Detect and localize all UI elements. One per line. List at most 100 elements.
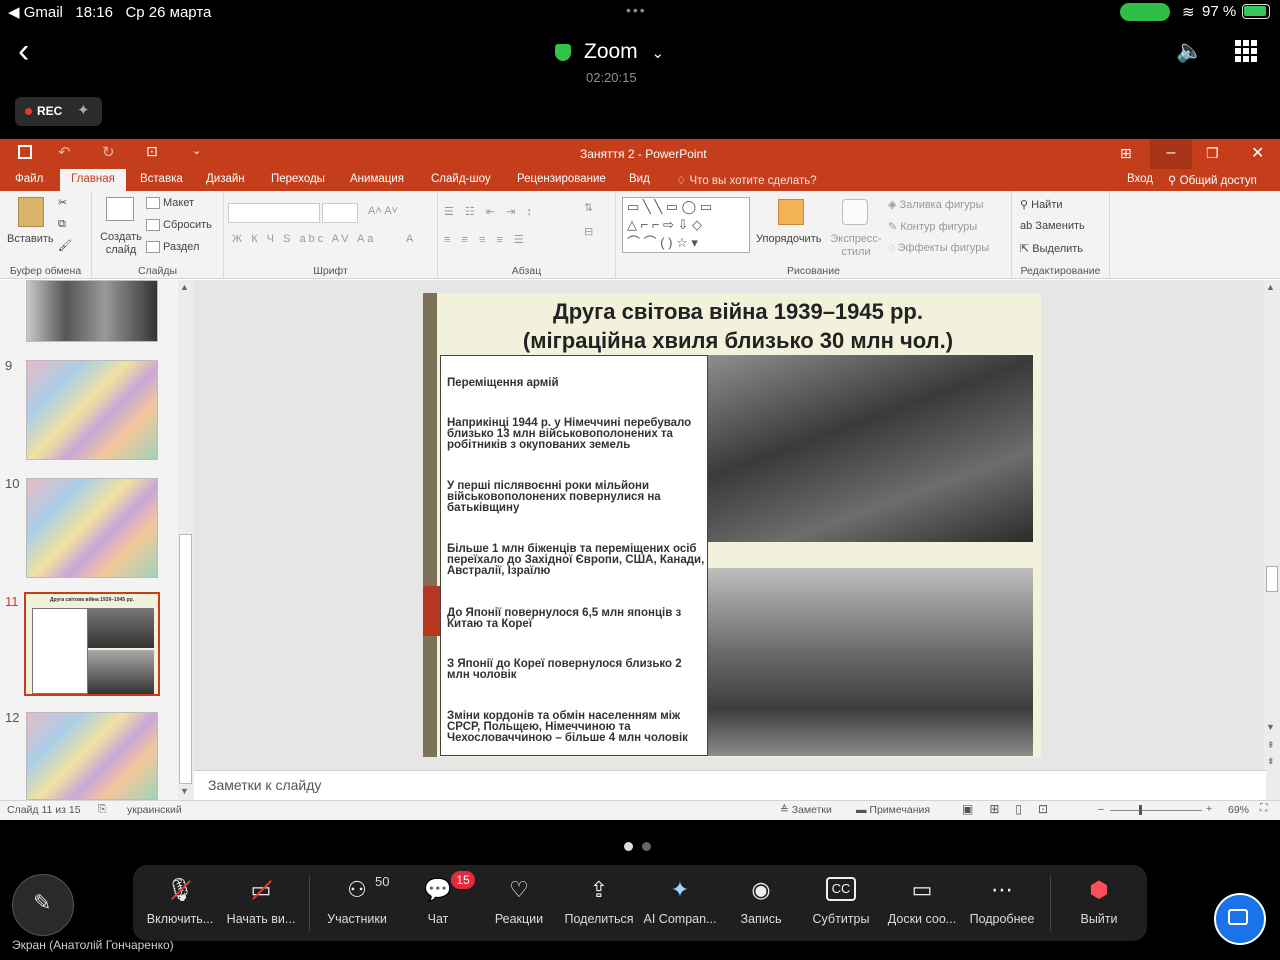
tab-review[interactable]: Рецензирование bbox=[517, 173, 606, 185]
scroll-thumb[interactable] bbox=[179, 534, 192, 784]
present-icon[interactable]: ⊡ bbox=[146, 143, 158, 160]
captions-button[interactable]: CC Субтитры bbox=[801, 865, 881, 941]
shape-effects-button[interactable]: ◌ Эффекты фигуры bbox=[888, 242, 989, 254]
slide-thumbnail-12[interactable] bbox=[26, 712, 158, 800]
notes-toggle[interactable]: ≙ Заметки bbox=[780, 804, 832, 816]
select-button[interactable]: ⇱ Выделить bbox=[1020, 242, 1083, 255]
scroll-thumb[interactable] bbox=[1266, 566, 1278, 592]
quick-styles-button[interactable]: Экспресс-стили bbox=[828, 233, 884, 259]
arrange-button[interactable]: Упорядочить bbox=[756, 233, 821, 245]
shapes-gallery[interactable]: ▭ ╲ ╲ ▭ ◯ ▭ △ ⌐ ⌐ ⇨ ⇩ ◇ ⌒ ⌒ ( ) ☆ ▾ bbox=[622, 197, 750, 253]
slide-title[interactable]: Друга світова війна 1939–1945 рр. (мігра… bbox=[443, 297, 1033, 355]
more-button[interactable]: ⋯ Подробнее bbox=[962, 865, 1042, 941]
fit-slide-icon[interactable]: ⛶ bbox=[1260, 802, 1267, 815]
notes-pane[interactable]: Заметки к слайду bbox=[194, 770, 1266, 800]
customize-qat-icon[interactable]: ⌄ bbox=[192, 144, 201, 157]
prev-slide-icon[interactable]: ⇞ bbox=[1267, 740, 1275, 751]
page-dot[interactable] bbox=[642, 842, 651, 851]
tab-transitions[interactable]: Переходы bbox=[271, 173, 325, 185]
photo-soldiers-marching[interactable] bbox=[708, 568, 1033, 756]
grid-view-icon[interactable] bbox=[1235, 40, 1257, 62]
meeting-title[interactable]: Zoom ⌄ bbox=[560, 40, 664, 64]
shape-fill-button[interactable]: ◈ Заливка фигуры bbox=[888, 198, 984, 211]
tab-view[interactable]: Вид bbox=[629, 173, 650, 185]
zoom-slider-handle[interactable] bbox=[1139, 805, 1142, 815]
shape-outline-button[interactable]: ✎ Контур фигуры bbox=[888, 220, 977, 233]
share-button[interactable]: ⚲ Общий доступ bbox=[1168, 173, 1257, 187]
whiteboards-button[interactable]: ▭ Доски соо... bbox=[882, 865, 962, 941]
photo-prisoners-of-war[interactable] bbox=[708, 355, 1033, 542]
font-name-input[interactable] bbox=[228, 203, 320, 223]
zoom-level[interactable]: 69% bbox=[1228, 804, 1249, 816]
cut-icon[interactable]: ✂ bbox=[58, 196, 67, 209]
tab-slideshow[interactable]: Слайд-шоу bbox=[431, 173, 491, 185]
multitask-dots-icon[interactable]: ••• bbox=[626, 2, 647, 18]
slide-thumbnail-8[interactable] bbox=[26, 280, 158, 342]
current-slide[interactable]: Друга світова війна 1939–1945 рр. (мігра… bbox=[423, 293, 1041, 757]
replace-button[interactable]: ab Заменить bbox=[1020, 220, 1085, 232]
redo-icon[interactable]: ↻ bbox=[102, 143, 115, 161]
page-dot-active[interactable] bbox=[624, 842, 633, 851]
paste-button[interactable]: Вставить bbox=[7, 233, 54, 245]
comments-toggle[interactable]: ▬ Примечания bbox=[856, 804, 930, 816]
call-indicator[interactable] bbox=[1120, 3, 1170, 21]
tab-design[interactable]: Дизайн bbox=[206, 173, 245, 185]
scroll-down-icon[interactable]: ▼ bbox=[1266, 722, 1275, 732]
spellcheck-icon[interactable]: ⎘ bbox=[98, 803, 106, 816]
slide-thumbnail-9[interactable] bbox=[26, 360, 158, 460]
leave-button[interactable]: ⬢ Выйти bbox=[1059, 865, 1139, 941]
tab-file[interactable]: Файл bbox=[15, 173, 43, 185]
align-buttons[interactable]: ≡ ≡ ≡ ≡ ☰ bbox=[444, 233, 528, 246]
layout-button[interactable]: Макет bbox=[146, 197, 194, 210]
ribbon-display-icon[interactable]: ⊞ bbox=[1120, 145, 1132, 162]
record-button[interactable]: ◉ Запись bbox=[721, 865, 801, 941]
back-to-app[interactable]: ◀ Gmail bbox=[8, 4, 63, 21]
copy-icon[interactable]: ⧉ bbox=[58, 218, 66, 231]
scroll-down-icon[interactable]: ▼ bbox=[180, 786, 189, 796]
zoom-slider[interactable] bbox=[1110, 810, 1202, 811]
next-slide-icon[interactable]: ⇟ bbox=[1267, 756, 1275, 767]
thumbnails-scrollbar[interactable]: ▲ ▼ bbox=[178, 280, 194, 800]
reactions-button[interactable]: ♡ Реакции bbox=[479, 865, 559, 941]
view-buttons[interactable]: ▣⊞▯⊡ bbox=[962, 802, 1064, 816]
tell-me-search[interactable]: ♢ Что вы хотите сделать? bbox=[676, 173, 817, 187]
chat-button[interactable]: 💬 15 Чат bbox=[398, 865, 478, 941]
back-icon[interactable]: ‹ bbox=[18, 34, 46, 68]
page-indicator[interactable] bbox=[624, 838, 660, 856]
close-button[interactable]: ✕ bbox=[1251, 143, 1264, 163]
reset-button[interactable]: Сбросить bbox=[146, 219, 212, 232]
sign-in-link[interactable]: Вход bbox=[1127, 173, 1153, 185]
tab-insert[interactable]: Вставка bbox=[140, 173, 183, 185]
slide-thumbnail-10[interactable] bbox=[26, 478, 158, 578]
format-painter-icon[interactable]: 🖌 bbox=[58, 239, 72, 252]
video-button[interactable] bbox=[1214, 893, 1266, 945]
new-slide-button[interactable]: Создать слайд bbox=[99, 231, 143, 257]
speaker-icon[interactable]: 🔈 bbox=[1176, 38, 1203, 64]
align-text-icon[interactable]: ⊟ bbox=[584, 225, 593, 238]
tab-home[interactable]: Главная bbox=[60, 169, 126, 191]
share-screen-button[interactable]: ⇪ Поделиться bbox=[559, 865, 639, 941]
font-size-input[interactable] bbox=[322, 203, 358, 223]
minimize-button[interactable]: – bbox=[1150, 139, 1192, 169]
tab-animations[interactable]: Анимация bbox=[350, 173, 404, 185]
participants-button[interactable]: ⚇ 50 Участники bbox=[317, 865, 397, 941]
font-format-buttons[interactable]: Ж К Ч S abc AV Aa bbox=[232, 233, 376, 245]
list-buttons[interactable]: ☰ ☷ ⇤ ⇥ ↕ bbox=[444, 205, 536, 218]
start-video-button[interactable]: ▭ Начать ви... bbox=[221, 865, 301, 941]
slide-thumbnails-pane[interactable]: 9 10 11 Друга світова війна 1939–1945 рр… bbox=[0, 280, 178, 800]
recording-indicator[interactable]: REC ✦ bbox=[15, 97, 102, 126]
annotate-button[interactable]: ✎ bbox=[12, 874, 74, 936]
scroll-up-icon[interactable]: ▲ bbox=[180, 282, 189, 292]
slide-text-box[interactable]: Переміщення армій Наприкінці 1944 р. у Н… bbox=[440, 355, 708, 756]
text-direction-icon[interactable]: ⇅ bbox=[584, 201, 593, 214]
font-color-icon[interactable]: A bbox=[406, 233, 413, 245]
restore-button[interactable]: ❐ bbox=[1206, 145, 1219, 162]
zoom-in-icon[interactable]: + bbox=[1206, 803, 1212, 815]
save-icon[interactable] bbox=[18, 145, 32, 159]
grow-font-icon[interactable]: A˄ A˅ bbox=[368, 205, 398, 217]
slide-thumbnail-11-selected[interactable]: Друга світова війна 1939–1945 рр. bbox=[24, 592, 160, 696]
scroll-up-icon[interactable]: ▲ bbox=[1266, 282, 1275, 292]
language-indicator[interactable]: украинский bbox=[127, 804, 182, 816]
section-button[interactable]: Раздел bbox=[146, 241, 199, 254]
slide-scrollbar[interactable]: ▲ ▼ ⇞ ⇟ bbox=[1264, 280, 1280, 800]
